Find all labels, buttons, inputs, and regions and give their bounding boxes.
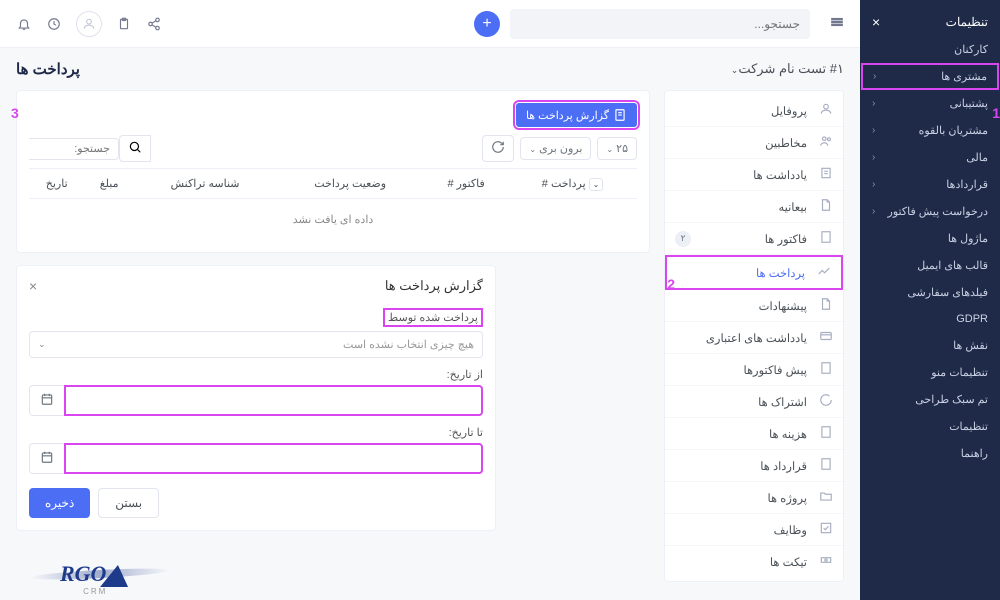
sidebar-header: تنظیمات × (860, 8, 1000, 36)
subnav-item-9[interactable]: اشتراک ها (665, 386, 843, 418)
main-area: + #۱ تست نام شرکت⌄ پرداخت ها پروفایلمخاط… (0, 0, 860, 600)
subnav-item-4[interactable]: فاکتور ها۲ (665, 223, 843, 255)
table-search (29, 135, 151, 162)
sidebar-item-14[interactable]: تنظیمات (860, 413, 1000, 440)
table-header-1[interactable]: فاکتور # (424, 169, 508, 199)
to-date-input[interactable] (64, 443, 483, 474)
sidebar-item-11[interactable]: نقش ها (860, 332, 1000, 359)
table-header-0[interactable]: ⌄پرداخت # (508, 169, 637, 199)
page-title: پرداخت ها (16, 60, 80, 78)
payments-report-button[interactable]: گزارش پرداخت ها (516, 103, 637, 127)
paid-by-select[interactable]: هیچ چیزی انتخاب نشده است ⌄ (29, 331, 483, 358)
clipboard-icon[interactable] (116, 16, 132, 32)
calendar-icon[interactable] (29, 385, 64, 416)
report-modal: گزارش پرداخت ها × پرداخت شده توسط هیچ چی… (16, 265, 496, 531)
save-button[interactable]: ذخیره (29, 488, 90, 518)
breadcrumb-path[interactable]: #۱ تست نام شرکت⌄ (731, 61, 844, 77)
share-icon[interactable] (146, 16, 162, 32)
no-data-message: داده ای یافت نشد (29, 199, 637, 240)
export-button[interactable]: برون بری ⌄ (520, 137, 591, 160)
refresh-button[interactable] (482, 135, 514, 162)
paid-by-label: پرداخت شده توسط (383, 308, 483, 327)
sidebar-item-4[interactable]: مالی‹ (860, 144, 1000, 171)
subnav-item-8[interactable]: پیش فاکتورها (665, 354, 843, 386)
search-icon-button[interactable] (119, 135, 151, 162)
sidebar-item-9[interactable]: فیلدهای سفارشی (860, 279, 1000, 306)
sidebar-item-12[interactable]: تنظیمات منو (860, 359, 1000, 386)
bell-icon[interactable] (16, 16, 32, 32)
to-date-label: تا تاریخ: (29, 426, 483, 439)
annotation-1: 1 (992, 105, 1000, 121)
table-header-2[interactable]: وضعیت پرداخت (276, 169, 424, 199)
sidebar-item-2[interactable]: پشتیبانی‹ (860, 90, 1000, 117)
customer-subnav: پروفایلمخاطبینیادداشت هابیعانیهفاکتور ها… (664, 90, 844, 582)
from-date-label: از تاریخ: (29, 368, 483, 381)
payments-table: ⌄پرداخت #فاکتور #وضعیت پرداختشناسه تراکن… (29, 168, 637, 199)
calendar-icon[interactable] (29, 443, 64, 474)
close-icon[interactable]: × (872, 14, 880, 30)
sidebar-item-7[interactable]: ماژول ها (860, 225, 1000, 252)
annotation-3: 3 (11, 105, 19, 121)
settings-toggle-icon[interactable] (830, 15, 844, 32)
subnav-item-0[interactable]: پروفایل (665, 95, 843, 127)
subnav-item-1[interactable]: مخاطبین (665, 127, 843, 159)
table-header-3[interactable]: شناسه تراکنش (134, 169, 276, 199)
annotation-2: 2 (667, 276, 675, 292)
sidebar-title: تنظیمات (946, 15, 988, 29)
subnav-item-12[interactable]: پروژه ها (665, 482, 843, 514)
sidebar-item-13[interactable]: تم سبک طراحی (860, 386, 1000, 413)
subnav-item-3[interactable]: بیعانیه (665, 191, 843, 223)
sidebar-item-3[interactable]: مشتریان بالقوه‹ (860, 117, 1000, 144)
add-button[interactable]: + (474, 11, 500, 37)
sidebar-item-10[interactable]: GDPR (860, 306, 1000, 332)
table-search-input[interactable] (29, 138, 119, 160)
from-date-input[interactable] (64, 385, 483, 416)
table-controls: ۲۵ ⌄ برون بری ⌄ (29, 135, 637, 162)
subnav-item-6[interactable]: پیشنهادات (665, 290, 843, 322)
modal-title: گزارش پرداخت ها (385, 278, 483, 294)
sidebar-item-8[interactable]: قالب های ایمیل (860, 252, 1000, 279)
modal-close-icon[interactable]: × (29, 278, 37, 294)
logo: RGO CRM (60, 561, 130, 596)
settings-sidebar: تنظیمات × کارکنانمشتری ها‹پشتیبانی‹مشتری… (860, 0, 1000, 600)
global-search (510, 9, 810, 39)
subnav-item-2[interactable]: یادداشت ها (665, 159, 843, 191)
clock-icon[interactable] (46, 16, 62, 32)
sidebar-item-5[interactable]: قراردادها‹ (860, 171, 1000, 198)
payments-panel: گزارش پرداخت ها 3 ۲۵ ⌄ برون بری ⌄ (16, 90, 650, 582)
payments-table-card: گزارش پرداخت ها 3 ۲۵ ⌄ برون بری ⌄ (16, 90, 650, 253)
topbar-actions (16, 11, 162, 37)
subnav-item-14[interactable]: تیکت ها (665, 546, 843, 577)
avatar[interactable] (76, 11, 102, 37)
sidebar-item-1[interactable]: مشتری ها‹ (861, 63, 999, 90)
subnav-item-11[interactable]: قرارداد ها (665, 450, 843, 482)
topbar: + (0, 0, 860, 48)
page-size-select[interactable]: ۲۵ ⌄ (597, 137, 637, 160)
sidebar-item-15[interactable]: راهنما (860, 440, 1000, 467)
table-header-4[interactable]: مبلغ (84, 169, 133, 199)
subnav-item-7[interactable]: یادداشت های اعتباری (665, 322, 843, 354)
sidebar-item-6[interactable]: درخواست پیش فاکتور‹ (860, 198, 1000, 225)
subnav-item-10[interactable]: هزینه ها (665, 418, 843, 450)
subnav-item-5[interactable]: پرداخت ها (665, 255, 843, 290)
table-header-5[interactable]: تاریخ (29, 169, 84, 199)
breadcrumb-row: #۱ تست نام شرکت⌄ پرداخت ها (16, 60, 844, 78)
subnav-item-13[interactable]: وظایف (665, 514, 843, 546)
sidebar-item-0[interactable]: کارکنان (860, 36, 1000, 63)
content: #۱ تست نام شرکت⌄ پرداخت ها پروفایلمخاطبی… (0, 48, 860, 600)
close-button[interactable]: بستن (98, 488, 159, 518)
search-input[interactable] (510, 9, 810, 39)
